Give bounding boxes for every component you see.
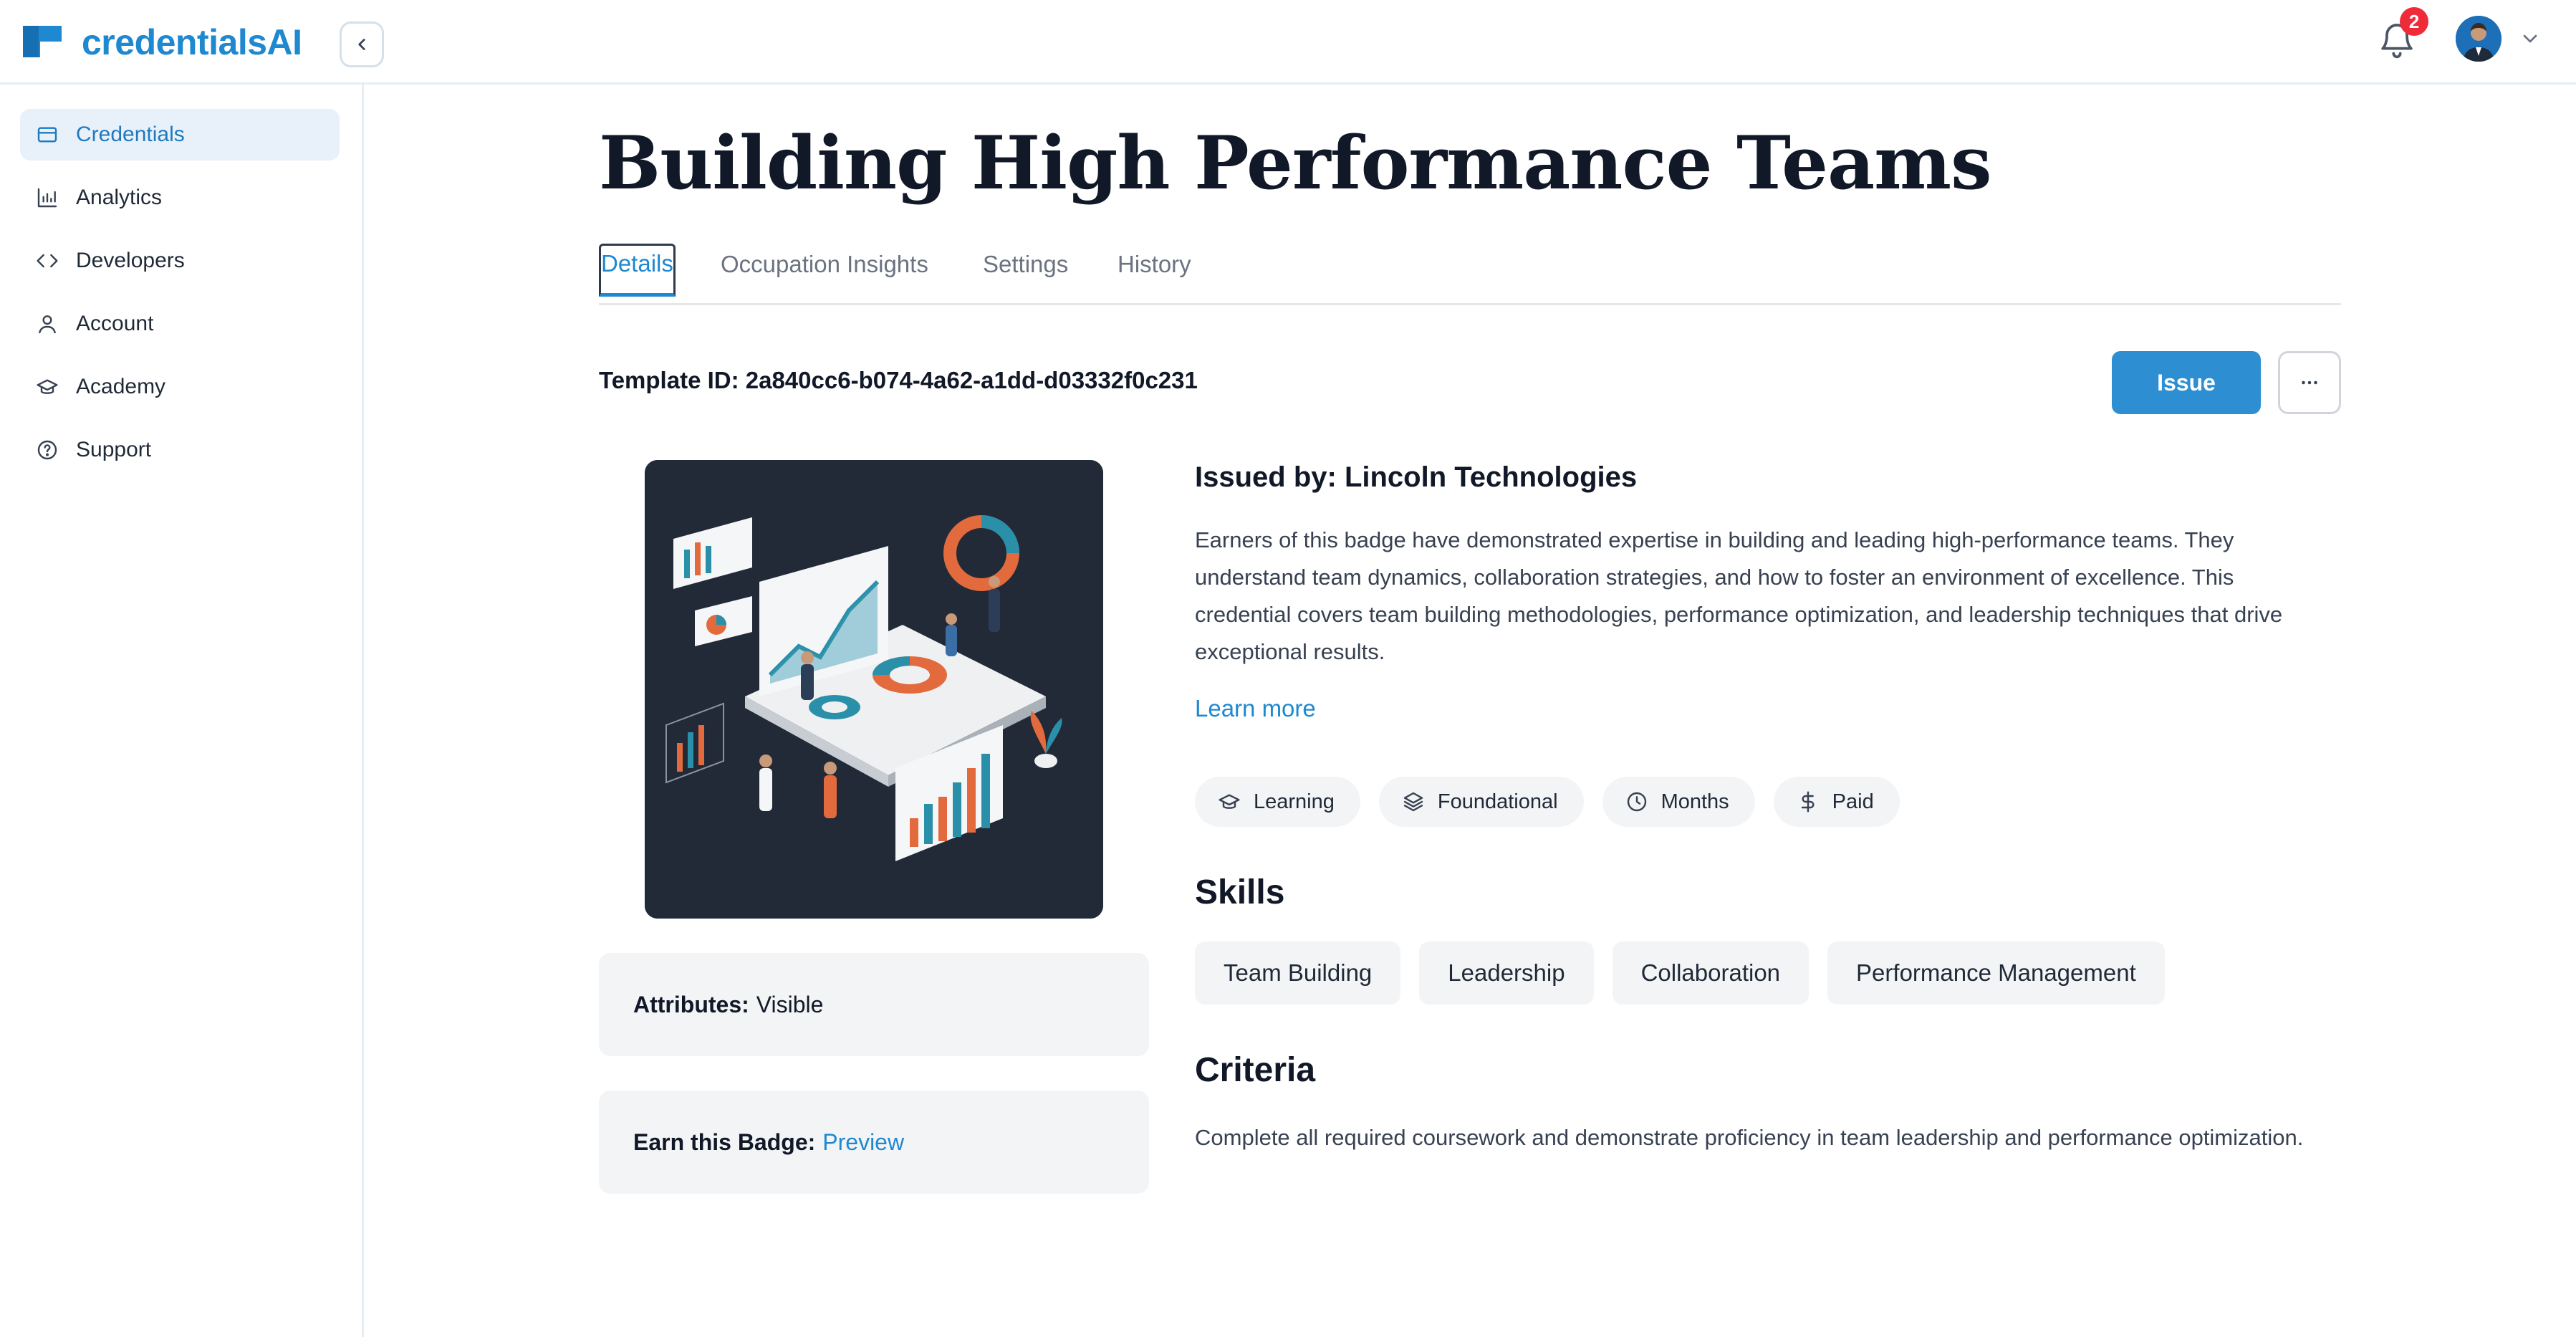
tag-foundational: Foundational	[1378, 777, 1584, 827]
sidebar-item-credentials[interactable]: Credentials	[20, 109, 340, 160]
skill-chip: Leadership	[1419, 941, 1594, 1005]
sidebar-item-account[interactable]: Account	[20, 298, 340, 350]
logo[interactable]: credentialsAI	[23, 21, 302, 63]
sidebar: Credentials Analytics Developers Account…	[0, 85, 364, 1337]
help-circle-icon	[37, 440, 57, 460]
sidebar-item-label: Support	[76, 438, 152, 461]
badge-description: Earners of this badge have demonstrated …	[1195, 527, 2283, 664]
app-window: credentialsAI 2 Credentials Analytics De…	[0, 0, 2576, 1337]
criteria-text: Complete all required coursework and dem…	[1195, 1125, 2304, 1150]
tag-label: Months	[1661, 790, 1729, 813]
page-title: Building High Performance Teams	[599, 120, 1992, 206]
sidebar-item-label: Academy	[76, 375, 166, 398]
badge-image	[645, 460, 1103, 919]
attributes-card: Attributes: Visible	[599, 953, 1149, 1056]
sidebar-item-label: Analytics	[76, 186, 163, 209]
tag-label: Learning	[1254, 790, 1335, 813]
more-options-button[interactable]	[2278, 351, 2341, 414]
user-avatar[interactable]	[2456, 16, 2501, 62]
sidebar-item-analytics[interactable]: Analytics	[20, 172, 340, 224]
earn-badge-label: Earn this Badge:	[633, 1128, 816, 1155]
chevron-down-icon[interactable]	[2519, 27, 2542, 50]
credit-card-icon	[37, 127, 57, 143]
issue-button[interactable]: Issue	[2112, 351, 2261, 414]
sidebar-item-label: Developers	[76, 249, 185, 272]
sidebar-item-support[interactable]: Support	[20, 424, 340, 476]
more-horizontal-icon	[2302, 380, 2317, 385]
skill-chip: Team Building	[1195, 941, 1401, 1005]
earn-badge-card: Earn this Badge: Preview	[599, 1091, 1149, 1194]
issued-by: Issued by: Lincoln Technologies	[1195, 461, 1638, 493]
avatar-image	[2456, 16, 2501, 62]
tag-learning: Learning	[1195, 777, 1360, 827]
clock-icon	[1627, 792, 1646, 812]
notification-count-badge: 2	[2400, 7, 2428, 36]
tab-history[interactable]: History	[1118, 251, 1191, 278]
preview-link[interactable]: Preview	[822, 1129, 904, 1156]
skill-chip: Performance Management	[1827, 941, 2165, 1005]
collapse-sidebar-button[interactable]	[340, 21, 384, 67]
app-name: credentialsAI	[82, 22, 302, 62]
attributes-label: Attributes:	[633, 991, 749, 1017]
logo-icon	[23, 26, 62, 57]
tag-months: Months	[1602, 777, 1755, 827]
code-icon	[37, 254, 58, 268]
skills-heading: Skills	[1195, 873, 1285, 911]
tab-bar: Details Occupation Insights Settings His…	[599, 244, 2341, 305]
tab-occupation-insights[interactable]: Occupation Insights	[721, 251, 928, 278]
sidebar-item-label: Credentials	[76, 123, 185, 146]
tag-paid: Paid	[1773, 777, 1900, 827]
bar-chart-icon	[37, 188, 57, 208]
user-icon	[39, 315, 56, 334]
layers-icon	[1403, 792, 1423, 812]
top-bar: credentialsAI 2	[0, 0, 2576, 85]
graduation-cap-icon	[1219, 794, 1240, 809]
tab-details[interactable]: Details	[599, 244, 676, 297]
chevron-left-icon	[358, 39, 365, 50]
meta-tags: Learning Foundational Months Paid	[1195, 777, 1900, 827]
tab-settings[interactable]: Settings	[983, 251, 1068, 278]
tag-label: Paid	[1832, 790, 1874, 813]
tag-label: Foundational	[1437, 790, 1558, 813]
dollar-icon	[1801, 791, 1815, 813]
sidebar-item-academy[interactable]: Academy	[20, 361, 340, 413]
sidebar-item-label: Account	[76, 312, 154, 335]
template-id: Template ID: 2a840cc6-b074-4a62-a1dd-d03…	[599, 367, 1198, 393]
skills-list: Team Building Leadership Collaboration P…	[1195, 941, 2165, 1005]
criteria-heading: Criteria	[1195, 1051, 1316, 1089]
learn-more-link[interactable]: Learn more	[1195, 695, 1316, 722]
skill-chip: Collaboration	[1612, 941, 1810, 1005]
badge-illustration	[645, 460, 1103, 919]
graduation-cap-icon	[37, 379, 58, 394]
sidebar-item-developers[interactable]: Developers	[20, 235, 340, 287]
attributes-value: Visible	[756, 991, 824, 1017]
